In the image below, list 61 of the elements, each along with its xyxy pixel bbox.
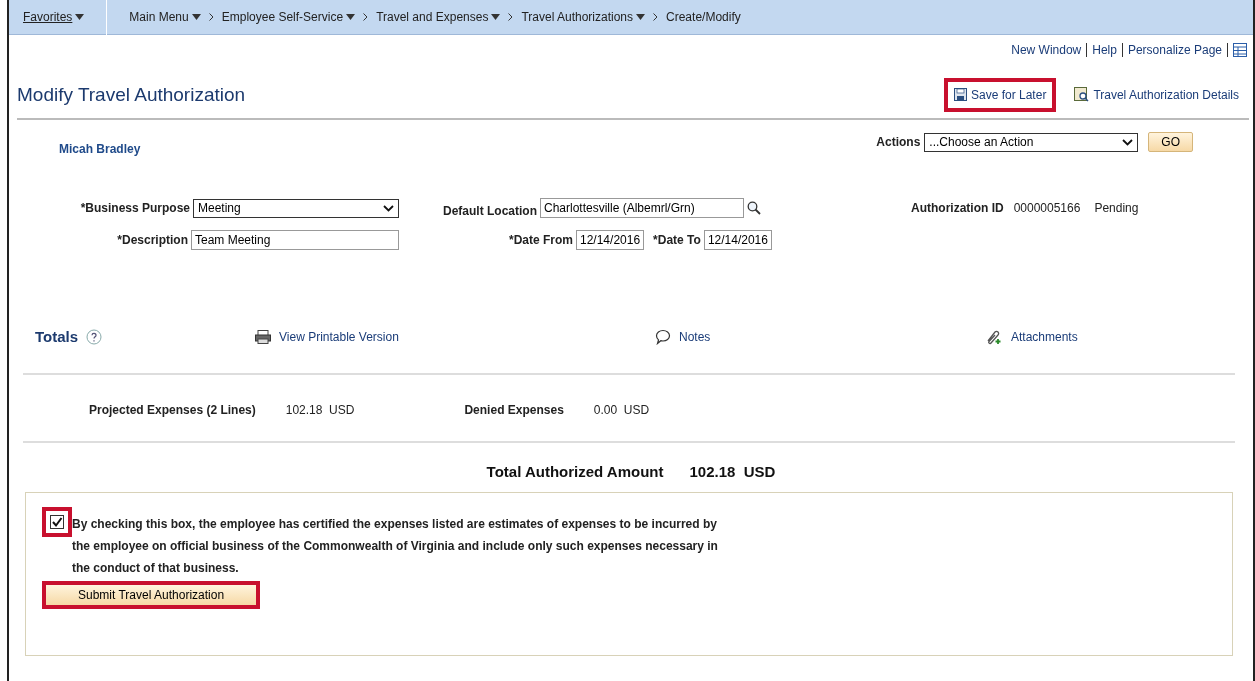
breadcrumb-chevron-icon — [653, 13, 659, 21]
field-label: *Business Purpose — [80, 201, 190, 215]
total-amount: 102.18 USD — [689, 463, 776, 480]
employee-name: Micah Bradley — [59, 141, 141, 156]
breadcrumb-menu[interactable]: Employee Self-Service — [217, 10, 360, 24]
breadcrumb-menu[interactable]: Travel and Expenses — [372, 10, 505, 24]
breadcrumb-chevron-icon — [208, 13, 214, 21]
date-field[interactable]: 12/14/2016 — [576, 230, 645, 250]
breadcrumb-chevron-icon — [508, 13, 514, 21]
expense-amount: 0.00 USD — [593, 403, 650, 417]
help-icon[interactable] — [86, 328, 103, 345]
page-link[interactable]: Help — [1092, 43, 1117, 57]
nav-menu[interactable]: Main Menu — [125, 10, 205, 24]
total-label: Total Authorized Amount — [486, 463, 664, 480]
nav-menu[interactable]: Favorites — [19, 10, 89, 24]
attachments-link[interactable]: Attachments — [985, 328, 1253, 345]
purpose-select[interactable]: Meeting — [193, 198, 399, 218]
expense-label: Denied Expenses — [464, 403, 564, 417]
location-field[interactable]: Charlottesville (Albemrl/Grn) — [540, 198, 744, 218]
save-link[interactable]: Save for Later — [944, 77, 1057, 112]
chevron-icon — [1122, 138, 1134, 146]
caret-icon — [191, 14, 201, 20]
page-link[interactable]: Personalize Page — [1127, 43, 1222, 57]
actions-select[interactable]: ...Choose an Action — [924, 132, 1139, 152]
certify-checkbox[interactable] — [42, 507, 72, 537]
caret-icon — [75, 14, 85, 20]
expense-amount: 102.18 USD — [285, 403, 355, 417]
field-label: Authorization ID — [911, 201, 1004, 215]
details-link[interactable]: Travel Authorization Details — [1064, 77, 1249, 112]
certification-text: By checking this box, the employee has certified the expenses listed are estimates of expenses to be incurred by the employee on official business of the Commonwealth of Virginia and include only such expenses necessary in the conduct of that business. — [72, 516, 719, 577]
caret-icon — [491, 14, 501, 20]
field-label: *Description — [117, 233, 188, 247]
breadcrumb-item[interactable]: Create/Modify — [662, 10, 745, 24]
search-icon[interactable] — [747, 201, 761, 215]
section-title: Totals — [35, 328, 79, 345]
field-label: *Date From — [509, 233, 573, 247]
breadcrumb-chevron-icon — [363, 13, 369, 21]
grid-icon[interactable] — [1233, 43, 1247, 57]
status-text: Pending — [1094, 201, 1139, 215]
caret-icon — [346, 14, 356, 20]
printable-link[interactable]: View Printable Version — [255, 329, 655, 344]
page-title: Modify Travel Authorization — [17, 83, 246, 106]
paperclip-plus-icon — [985, 328, 1003, 345]
chevron-icon — [383, 204, 394, 212]
date-field[interactable]: 12/14/2016 — [703, 230, 772, 250]
field-label: Actions — [876, 135, 921, 149]
speech-bubble-icon — [655, 328, 671, 345]
go-button[interactable]: GO — [1148, 132, 1193, 152]
page-link[interactable]: New Window — [1011, 43, 1082, 57]
caret-icon — [636, 14, 646, 20]
field-label: *Date To — [653, 233, 701, 247]
description-field[interactable]: Team Meeting — [191, 230, 399, 250]
field-label: Default Location — [443, 203, 537, 218]
document-search-icon — [1074, 87, 1090, 102]
authorization-id: 0000005166 — [1013, 201, 1081, 215]
submit-button[interactable]: Submit Travel Authorization — [42, 581, 261, 609]
check-icon — [51, 516, 63, 528]
expense-label: Projected Expenses (2 Lines) — [89, 403, 256, 417]
notes-link[interactable]: Notes — [655, 328, 985, 345]
printer-icon — [255, 329, 271, 344]
breadcrumb-menu[interactable]: Travel Authorizations — [517, 10, 650, 24]
